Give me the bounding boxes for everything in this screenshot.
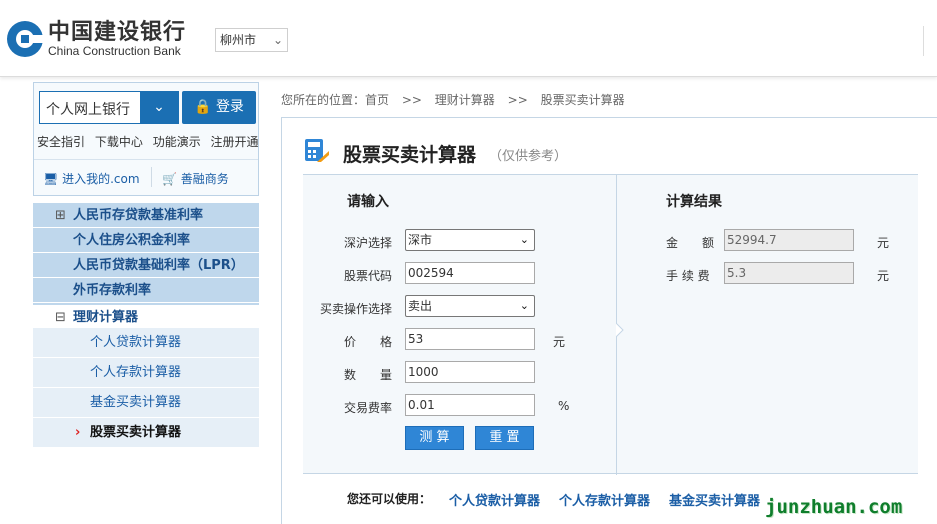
- sidebar-item-financial-calculators[interactable]: ⊟ 理财计算器: [33, 303, 259, 328]
- enter-mine-link[interactable]: 🖥 进入我的.com: [43, 170, 140, 187]
- breadcrumb-separator: >>: [401, 93, 422, 107]
- also-use-label: 您还可以使用：: [347, 492, 432, 506]
- stock-code-input[interactable]: 002594: [405, 262, 535, 284]
- sidebar-item-rmb-benchmark-rates[interactable]: ⊞ 人民币存贷款基准利率: [33, 203, 259, 228]
- divider: [151, 167, 152, 187]
- calculator-icon: [305, 139, 329, 162]
- sidebar-menu: ⊞ 人民币存贷款基准利率 个人住房公积金利率 人民币贷款基础利率（LPR） 外币…: [33, 203, 259, 448]
- sidebar-subitem-label: 个人存款计算器: [90, 365, 182, 380]
- sidebar-item-lpr[interactable]: 人民币贷款基础利率（LPR）: [33, 253, 259, 278]
- plus-box-icon[interactable]: ⊞: [55, 203, 66, 228]
- sidebar-subitem-label: 股票买卖计算器: [90, 425, 182, 440]
- sidebar-item-label: 人民币贷款基础利率（LPR）: [73, 258, 244, 273]
- lock-icon: 🔒: [194, 99, 212, 115]
- ccb-logo-icon[interactable]: [6, 20, 44, 58]
- login-button-label: 登录: [215, 99, 244, 115]
- calculator-form-area: 请输入 深沪选择 深市 ⌄ 股票代码 002594 买卖操作选择 卖出 ⌄ 价 …: [303, 174, 918, 475]
- breadcrumb: 您所在的位置：首页 >> 理财计算器 >> 股票买卖计算器: [281, 91, 625, 108]
- quantity-label: 数 量: [343, 368, 392, 382]
- fee-result-unit: 元: [877, 269, 890, 283]
- sidebar-item-label: 外币存款利率: [73, 283, 152, 298]
- breadcrumb-home[interactable]: 首页: [365, 93, 389, 107]
- amount-unit: 元: [877, 236, 890, 250]
- bank-type-select[interactable]: 个人网上银行 ⌄: [39, 91, 179, 124]
- operation-select-value: 卖出: [408, 299, 433, 313]
- watermark: junzhuan.com: [765, 496, 903, 518]
- quantity-input[interactable]: 1000: [405, 361, 535, 383]
- sidebar-subitem-loan-calculator[interactable]: 个人贷款计算器: [33, 328, 259, 358]
- bank-type-value: 个人网上银行: [46, 102, 130, 118]
- sidebar-item-label: 人民币存贷款基准利率: [73, 208, 204, 223]
- enter-mine-label: 进入我的.com: [62, 172, 140, 186]
- fee-result: 5.3: [724, 262, 854, 284]
- sidebar-item-label: 个人住房公积金利率: [73, 233, 191, 248]
- link-download-center[interactable]: 下载中心: [95, 135, 143, 149]
- fee-result-label: 手 续 费: [666, 269, 710, 283]
- sidebar-subitem-label: 个人贷款计算器: [90, 335, 182, 350]
- quick-links: 安全指引 下载中心 功能演示 注册开通: [37, 133, 259, 150]
- city-select-value: 柳州市: [220, 33, 257, 47]
- sidebar-item-fx-deposit-rates[interactable]: 外币存款利率: [33, 278, 259, 303]
- breadcrumb-separator: >>: [507, 93, 528, 107]
- monitor-icon: 🖥: [43, 172, 59, 186]
- chevron-down-icon[interactable]: ⌄: [140, 92, 178, 123]
- market-label: 深沪选择: [343, 236, 392, 250]
- also-use-link-fund[interactable]: 基金买卖计算器: [669, 490, 760, 509]
- login-button[interactable]: 🔒 登录: [182, 91, 256, 124]
- fee-rate-input[interactable]: 0.01: [405, 394, 535, 416]
- shanrong-label: 善融商务: [180, 172, 229, 186]
- market-select-value: 深市: [408, 233, 433, 247]
- brand-name-en: China Construction Bank: [48, 44, 181, 58]
- page-title: 股票买卖计算器: [343, 144, 477, 166]
- site-header: 中国建设银行 China Construction Bank 柳州市 ⌄: [0, 0, 937, 77]
- link-security-guide[interactable]: 安全指引: [37, 135, 85, 149]
- brand-name-cn: 中国建设银行: [48, 20, 187, 45]
- breadcrumb-financial-calculators[interactable]: 理财计算器: [435, 93, 495, 107]
- link-feature-demo[interactable]: 功能演示: [153, 135, 201, 149]
- sidebar-item-housing-fund-rates[interactable]: 个人住房公积金利率: [33, 228, 259, 253]
- chevron-down-icon: ⌄: [519, 299, 529, 312]
- breadcrumb-prefix: 您所在的位置：: [281, 93, 366, 107]
- sidebar-subitem-fund-calculator[interactable]: 基金买卖计算器: [33, 388, 259, 418]
- shanrong-link[interactable]: 🛒 善融商务: [162, 170, 229, 187]
- minus-box-icon[interactable]: ⊟: [55, 305, 66, 330]
- arrow-right-icon: [616, 323, 624, 337]
- fee-rate-label: 交易费率: [343, 401, 392, 415]
- amount-result: 52994.7: [724, 229, 854, 251]
- amount-label: 金 额: [666, 236, 715, 250]
- chevron-right-icon: ›: [75, 425, 81, 440]
- sidebar-subitem-stock-calculator[interactable]: › 股票买卖计算器: [33, 418, 259, 448]
- operation-label: 买卖操作选择: [319, 302, 392, 316]
- sidebar-subitem-deposit-calculator[interactable]: 个人存款计算器: [33, 358, 259, 388]
- login-panel: 个人网上银行 ⌄ 🔒 登录 安全指引 下载中心 功能演示 注册开通 🖥 进入我的…: [33, 82, 259, 196]
- breadcrumb-current: 股票买卖计算器: [540, 93, 625, 107]
- divider: [34, 159, 258, 160]
- price-input[interactable]: 53: [405, 328, 535, 350]
- also-use-link-loan[interactable]: 个人贷款计算器: [449, 490, 540, 509]
- price-unit: 元: [553, 335, 566, 349]
- cart-icon: 🛒: [162, 172, 177, 186]
- input-section-title: 请输入: [347, 194, 389, 210]
- divider: [303, 473, 918, 474]
- stock-code-label: 股票代码: [343, 269, 392, 283]
- market-select[interactable]: 深市 ⌄: [405, 229, 535, 251]
- also-use-link-deposit[interactable]: 个人存款计算器: [559, 490, 650, 509]
- fee-rate-unit: %: [558, 399, 570, 413]
- chevron-down-icon: ⌄: [272, 33, 283, 47]
- chevron-down-icon: ⌄: [519, 233, 529, 246]
- city-select[interactable]: 柳州市 ⌄: [215, 28, 288, 52]
- calculate-button[interactable]: 测 算: [405, 426, 464, 450]
- sidebar-item-label: 理财计算器: [73, 310, 139, 325]
- operation-select[interactable]: 卖出 ⌄: [405, 295, 535, 317]
- header-edge-divider: [923, 26, 935, 56]
- page-title-note: （仅供参考）: [489, 149, 568, 164]
- price-label: 价 格: [343, 335, 392, 349]
- calculator-panel: 股票买卖计算器 （仅供参考） 请输入 深沪选择 深市 ⌄ 股票代码 002594…: [281, 117, 937, 524]
- reset-button[interactable]: 重 置: [475, 426, 534, 450]
- link-register[interactable]: 注册开通: [211, 135, 259, 149]
- result-section-title: 计算结果: [666, 194, 722, 210]
- sidebar-subitem-label: 基金买卖计算器: [90, 395, 182, 410]
